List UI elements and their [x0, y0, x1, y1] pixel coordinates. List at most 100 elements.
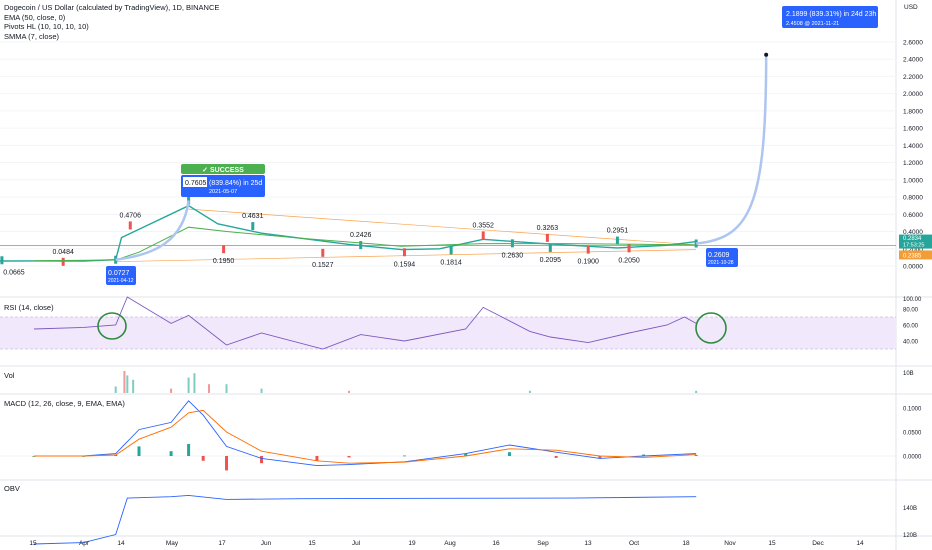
ema-price-label: 0.2385: [903, 253, 922, 259]
obv-pane-title[interactable]: OBV: [4, 484, 20, 493]
time-axis-label: 15: [29, 540, 37, 547]
candle-body: [359, 241, 363, 250]
price-tick-label: 2.4000: [903, 57, 923, 64]
candle-body: [627, 244, 631, 253]
price-tick-label: 0.6000: [903, 212, 923, 219]
pivot-label: 0.0665: [3, 269, 25, 276]
price-tick-label: 2.0000: [903, 91, 923, 98]
macd-histogram-bar: [347, 456, 351, 458]
time-axis-label: Jun: [261, 540, 272, 547]
pivot-label: 0.2951: [607, 228, 629, 235]
projection-endpoint: [764, 52, 769, 57]
macd-tick-label: 0.1000: [903, 407, 922, 413]
pivot-label: 0.1900: [578, 259, 600, 266]
volume-bar: [528, 390, 531, 393]
volume-bar: [123, 371, 126, 393]
macd-histogram-bar: [201, 456, 205, 461]
chart-canvas: 2.6000 2.4000 2.2000 2.0000 1.8000 1.6000 1.40…: [0, 0, 932, 550]
time-axis-label: 15: [768, 540, 776, 547]
candle-body: [586, 245, 590, 254]
pivot-label: 0.2050: [618, 257, 640, 264]
macd-histogram-bar: [260, 456, 264, 464]
volume-bar: [348, 390, 351, 393]
volume-bar: [126, 375, 129, 393]
price-tick-label: 0.8000: [903, 195, 923, 202]
macd-histogram-bar: [169, 451, 173, 456]
countdown-label: 17:53:25: [903, 243, 924, 249]
macd-histogram-bar: [507, 452, 511, 456]
macd-histogram-bar: [187, 444, 191, 456]
macd-tick-label: 0.0000: [903, 455, 922, 461]
volume-bar: [114, 386, 117, 393]
chart-legend: Dogecoin / US Dollar (calculated by Trad…: [4, 3, 219, 41]
may-gain-label: (839.84%) in 25d: [209, 180, 262, 187]
success-label: ✓ SUCCESS: [202, 167, 244, 174]
price-unit-label: USD: [904, 4, 918, 11]
volume-bar: [170, 388, 173, 393]
time-axis-label: Oct: [629, 540, 639, 547]
oct-date-label: 2021-10-28: [708, 260, 734, 266]
rsi-tick-label: 40.00: [903, 340, 919, 346]
macd-histogram-bar: [554, 456, 558, 458]
candle-body: [548, 243, 552, 252]
pivot-label: 0.4631: [242, 213, 264, 220]
symbol-title: Dogecoin / US Dollar (calculated by Trad…: [4, 3, 220, 12]
pivot-label: 0.3552: [473, 222, 495, 229]
candle-body: [61, 257, 65, 266]
rsi-pane-title[interactable]: RSI (14, close): [4, 303, 54, 312]
vol-pane-title[interactable]: Vol: [4, 371, 14, 380]
candle-body: [0, 256, 4, 265]
time-axis-label: 17: [218, 540, 226, 547]
volume-bar: [208, 384, 211, 393]
price-tick-label: 0.0000: [903, 264, 923, 271]
time-axis-label: 18: [682, 540, 690, 547]
macd-pane-title[interactable]: MACD (12, 26, close, 9, EMA, EMA): [4, 399, 125, 408]
apr-date-label: 2021-04-12: [108, 278, 134, 284]
target-date-label: 2.4508 @ 2021-11-21: [786, 21, 839, 27]
ema-legend[interactable]: EMA (50, close, 0): [4, 13, 219, 23]
obv-tick-label: 140B: [903, 506, 917, 512]
obv-line: [33, 494, 697, 545]
rsi-top-label: 100.00: [903, 297, 922, 303]
may-price-label: 0.7605: [185, 180, 207, 187]
time-axis-label: May: [166, 540, 179, 547]
time-axis-label: 19: [408, 540, 416, 547]
last-price-label: 0.2834: [903, 236, 922, 242]
signal-line: [34, 409, 697, 464]
pivots-legend[interactable]: Pivots HL (10, 10, 10, 10): [4, 22, 219, 32]
apr-price-label: 0.0727: [108, 270, 130, 277]
candle-body: [222, 245, 226, 254]
macd-histogram-bar: [315, 456, 319, 461]
candle-body: [128, 221, 132, 230]
rsi-tick-label: 60.00: [903, 324, 919, 330]
pivot-label: 0.4706: [120, 212, 142, 219]
time-axis-label: 14: [856, 540, 864, 547]
price-tick-label: 2.6000: [903, 39, 923, 46]
candle-body: [251, 222, 255, 231]
macd-histogram-bar: [137, 446, 141, 456]
pivot-label: 0.2426: [350, 232, 372, 239]
volume-bar: [132, 379, 135, 393]
rsi-band: [0, 317, 896, 349]
macd-histogram-bar: [225, 456, 229, 471]
candle-body: [321, 248, 325, 257]
pivot-label: 0.1950: [213, 258, 235, 265]
candle-body: [402, 248, 406, 257]
rsi-tick-label: 80.00: [903, 308, 919, 314]
price-tick-label: 1.0000: [903, 177, 923, 184]
pivot-label: 0.1527: [312, 262, 334, 269]
macd-histogram-bar: [694, 455, 698, 456]
pivot-label: 0.1594: [394, 261, 416, 268]
may-date-label: 2021-05-07: [209, 189, 237, 195]
smma-legend[interactable]: SMMA (7, close): [4, 32, 219, 42]
rally-curve: [115, 200, 190, 261]
price-tick-label: 1.6000: [903, 126, 923, 133]
time-axis-label: Sep: [537, 540, 549, 547]
volume-bar: [225, 384, 228, 393]
macd-tick-label: 0.0500: [903, 431, 922, 437]
pivot-label: 0.2630: [502, 252, 524, 259]
price-tick-label: 1.4000: [903, 143, 923, 150]
pivot-label: 0.2095: [540, 257, 562, 264]
time-axis-label: 15: [308, 540, 316, 547]
price-tick-label: 1.2000: [903, 160, 923, 167]
